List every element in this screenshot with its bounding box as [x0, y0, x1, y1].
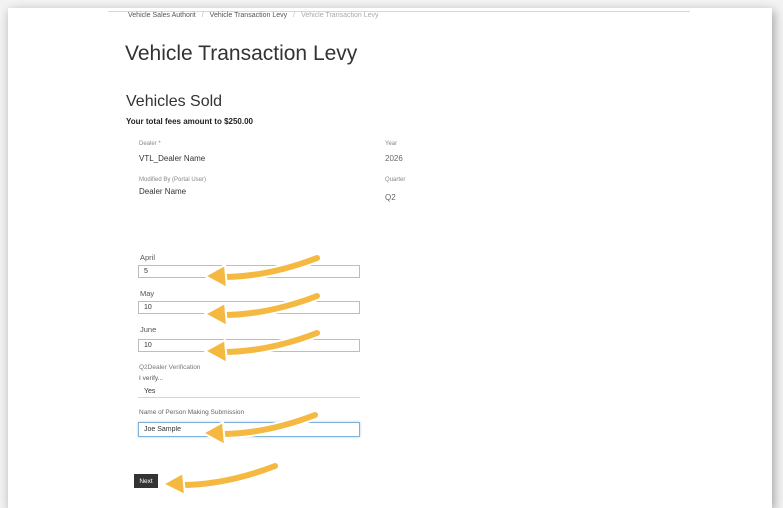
breadcrumb-item-levy[interactable]: Vehicle Transaction Levy [210, 12, 287, 19]
page-sheet [8, 8, 772, 508]
breadcrumb-item-current: Vehicle Transaction Levy [301, 12, 379, 19]
april-label: April [140, 253, 156, 262]
year-value: 2026 [385, 154, 403, 163]
breadcrumb-separator: / [293, 12, 296, 19]
section-title: Vehicles Sold [126, 93, 223, 110]
verify-label: I verify... [139, 375, 164, 382]
quarter-label: Quarter [385, 177, 406, 183]
june-label: June [140, 325, 157, 334]
verify-select[interactable]: Yes [138, 385, 360, 398]
arrow-annotation-next [162, 461, 280, 496]
total-fees-text: Your total fees amount to $250.00 [126, 117, 253, 126]
arrow-annotation-june [204, 328, 322, 364]
verification-label: Q2Dealer Verification [139, 364, 201, 371]
breadcrumb: Vehicle Sales Authorit / Vehicle Transacti… [128, 12, 379, 19]
verify-select-value: Yes [144, 388, 156, 395]
may-label: May [140, 289, 155, 298]
page-title: Vehicle Transaction Levy [125, 42, 358, 65]
breadcrumb-separator: / [201, 12, 204, 19]
year-label: Year [385, 141, 398, 147]
quarter-value: Q2 [385, 193, 396, 202]
arrow-annotation-name [202, 410, 320, 446]
breadcrumb-item-authority[interactable]: Vehicle Sales Authorit [128, 12, 196, 19]
modified-by-value: Dealer Name [139, 187, 187, 196]
dealer-label: Dealer * [139, 141, 161, 147]
modified-by-label: Modified By (Portal User) [139, 177, 207, 183]
dealer-value: VTL_Dealer Name [139, 154, 206, 163]
